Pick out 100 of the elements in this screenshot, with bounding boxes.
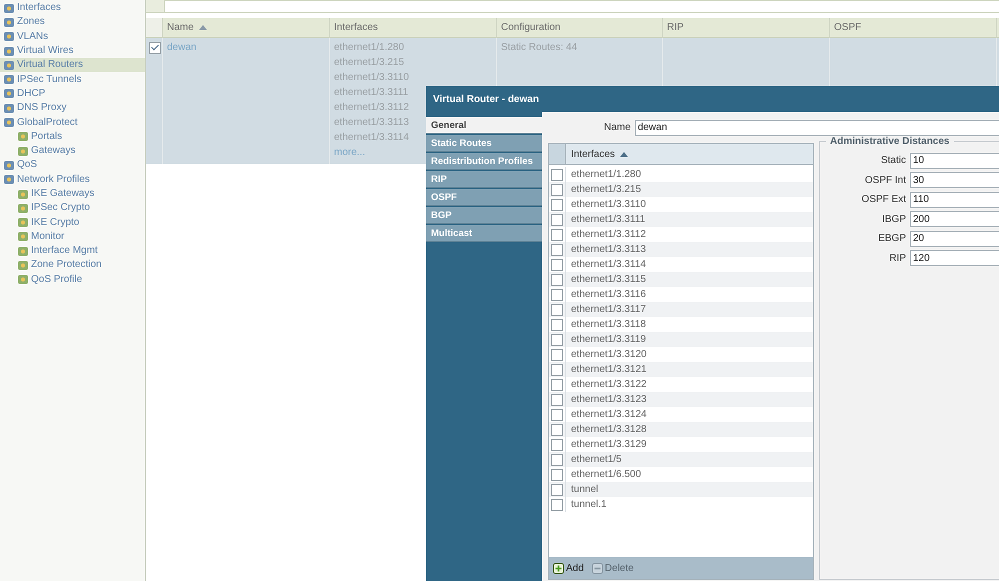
interface-text: ethernet1/3.3112 [570, 229, 646, 240]
tab[interactable]: General [426, 117, 542, 134]
tab[interactable]: RIP [426, 171, 542, 188]
row-checkbox[interactable] [551, 288, 563, 300]
name-label: Name [604, 122, 631, 133]
tree-item[interactable]: GlobalProtect [0, 115, 145, 130]
plus-icon [553, 562, 564, 574]
tree-node-icon [3, 88, 15, 100]
tree-item[interactable]: DNS Proxy [0, 101, 145, 116]
tree-node-icon [3, 31, 15, 42]
tree-item[interactable]: VLANs [0, 30, 145, 44]
tree-item[interactable]: Interfaces [0, 1, 145, 16]
tree-node-icon [17, 274, 29, 286]
row-checkbox[interactable] [551, 394, 563, 406]
interface-text: ethernet1/3.3128 [570, 424, 647, 435]
interface-text: ethernet1/3.3110 [570, 199, 646, 210]
add-button[interactable]: Add [553, 562, 584, 574]
configuration-text: Static Routes: 44 [501, 42, 578, 55]
row-checkbox[interactable] [551, 424, 563, 436]
tree-node-icon [3, 102, 15, 114]
row-checkbox[interactable] [551, 198, 563, 210]
row-checkbox[interactable] [551, 334, 563, 346]
sort-arrow-icon [620, 152, 628, 156]
interface-text: ethernet1/3.3116 [570, 289, 646, 300]
distance-field[interactable]: 10 [910, 152, 999, 169]
tree-item[interactable]: IPSec Crypto [0, 201, 145, 216]
column-header[interactable]: OSPF [830, 18, 997, 38]
tree-item[interactable]: IKE Gateways [0, 186, 145, 202]
interface-text: ethernet1/3.215 [334, 57, 404, 70]
interface-text: ethernet1/3.3123 [570, 394, 647, 405]
interface-text: ethernet1/3.3111 [570, 214, 646, 225]
row-checkbox[interactable] [551, 304, 563, 316]
tree-item[interactable]: QoS Profile [0, 272, 145, 287]
row-checkbox[interactable] [551, 258, 563, 270]
row-checkbox[interactable] [551, 498, 563, 510]
tree-node-icon [17, 231, 29, 242]
tree-node-icon [17, 131, 29, 142]
interface-text: tunnel [570, 484, 598, 495]
row-checkbox[interactable] [551, 214, 563, 226]
interface-text: ethernet1/3.3113 [334, 117, 409, 130]
distance-label: OSPF Int [864, 174, 907, 186]
distance-label: IBGP [881, 214, 907, 225]
interface-text: ethernet1/3.3115 [570, 274, 646, 285]
row-checkbox[interactable] [551, 454, 563, 466]
distance-field[interactable]: 120 [910, 250, 999, 266]
tree-item[interactable]: Virtual Routers [0, 58, 145, 72]
tree-item[interactable]: Zones [0, 15, 145, 30]
row-checkbox[interactable] [551, 364, 563, 376]
tree-item[interactable]: DHCP [0, 86, 145, 102]
tree-item[interactable]: QoS [0, 158, 145, 173]
tree-item[interactable]: Gateways [0, 144, 145, 158]
column-header[interactable]: Configuration [497, 18, 663, 38]
row-checkbox[interactable] [551, 318, 563, 330]
dialog-title: Virtual Router - dewan [433, 94, 539, 104]
tree-item[interactable]: Monitor [0, 230, 145, 244]
name-field[interactable]: dewan [634, 120, 999, 136]
tree-item[interactable]: Portals [0, 130, 145, 144]
column-header[interactable]: Name [163, 18, 330, 38]
interface-text: ethernet1/3.215 [570, 184, 642, 195]
interface-text: ethernet1/3.3118 [570, 319, 646, 330]
tree-node-icon [3, 174, 15, 186]
row-checkbox[interactable] [551, 168, 563, 180]
distance-field[interactable]: 200 [910, 211, 999, 228]
row-checkbox[interactable] [551, 468, 563, 480]
tab[interactable]: OSPF [426, 189, 542, 206]
tree-node-icon [17, 217, 29, 228]
row-checkbox[interactable] [551, 438, 563, 450]
tree-item[interactable]: IPSec Tunnels [0, 72, 145, 87]
distance-field[interactable]: 110 [910, 192, 999, 208]
tab[interactable]: Redistribution Profiles [426, 153, 542, 170]
tree-item[interactable]: Interface Mgmt [0, 244, 145, 258]
tree-node-icon [17, 260, 29, 271]
tree-node-icon [3, 16, 15, 28]
row-checkbox[interactable] [551, 378, 563, 390]
tree-item[interactable]: IKE Crypto [0, 215, 145, 230]
row-checkbox[interactable] [551, 244, 563, 256]
column-header[interactable]: Interfaces [330, 18, 497, 38]
row-checkbox[interactable] [551, 484, 563, 496]
column-header[interactable]: RIP [663, 18, 830, 38]
distance-field[interactable]: 30 [910, 172, 999, 188]
row-checkbox[interactable] [551, 228, 563, 240]
distance-label: Static [880, 155, 907, 166]
tab[interactable]: Multicast [426, 225, 542, 242]
row-checkbox[interactable] [551, 184, 563, 196]
row-checkbox[interactable] [551, 348, 563, 360]
tree-node-icon [17, 246, 29, 257]
interface-text: ethernet1/3.3119 [570, 334, 646, 345]
row-checkbox[interactable] [551, 408, 563, 420]
row-checkbox[interactable] [149, 42, 161, 54]
tab[interactable]: Static Routes [426, 135, 542, 152]
interface-text: ethernet1/3.3112 [334, 102, 409, 115]
distance-field[interactable]: 20 [910, 230, 999, 247]
tree-item[interactable]: Network Profiles [0, 172, 145, 187]
tree-item[interactable]: Virtual Wires [0, 44, 145, 58]
interface-text: ethernet1/3.3114 [570, 259, 646, 270]
tree-item[interactable]: Zone Protection [0, 258, 145, 273]
tree-node-icon [3, 74, 15, 86]
row-checkbox[interactable] [551, 274, 563, 286]
tab[interactable]: BGP [426, 207, 542, 224]
interface-text: ethernet1/3.3124 [570, 409, 647, 420]
